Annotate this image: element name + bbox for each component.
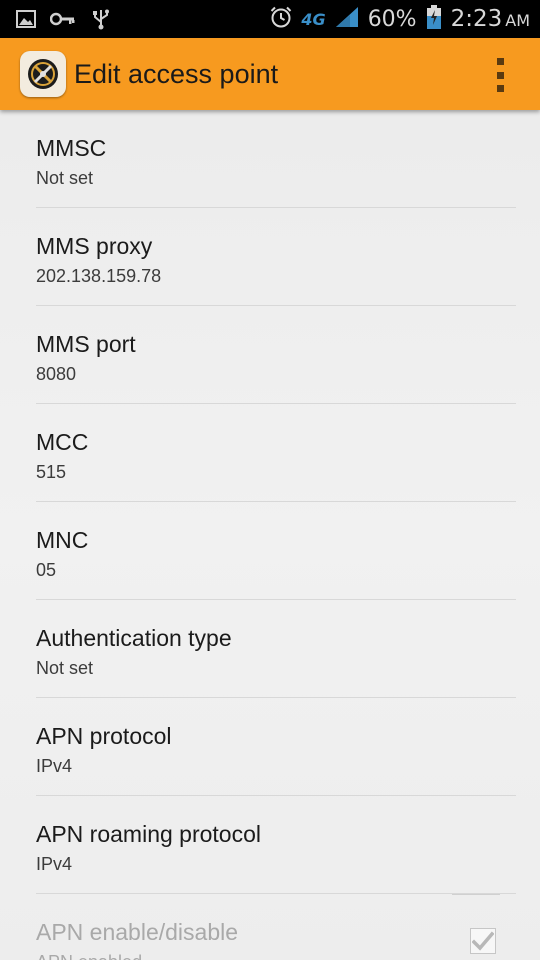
clock-time: 2:23 (450, 6, 503, 32)
pref-mcc[interactable]: MCC 515 (36, 404, 516, 502)
menu-dot (496, 71, 504, 79)
page-title: Edit access point (74, 59, 279, 89)
notification-icons (16, 8, 112, 35)
pref-title: MMSC (36, 135, 107, 161)
action-bar: Edit access point (0, 38, 540, 110)
overflow-menu-icon[interactable] (490, 58, 510, 92)
check-icon (472, 931, 494, 951)
pref-summary: 8080 (36, 364, 77, 384)
pref-mms-proxy[interactable]: MMS proxy 202.138.159.78 (36, 208, 516, 306)
apn-enable-checkbox[interactable] (470, 928, 496, 954)
pref-apn-roaming-protocol[interactable]: APN roaming protocol IPv4 (36, 796, 516, 894)
checkbox-divider (452, 894, 500, 895)
pref-authentication-type[interactable]: Authentication type Not set (36, 600, 516, 698)
pref-summary: 05 (36, 560, 57, 580)
clock-ampm: AM (505, 11, 530, 30)
pref-summary: 202.138.159.78 (36, 266, 162, 286)
pref-summary: IPv4 (36, 854, 73, 874)
pref-title: APN protocol (36, 723, 172, 749)
image-icon (16, 10, 36, 33)
pref-title: Authentication type (36, 625, 232, 651)
pref-title: MNC (36, 527, 89, 553)
status-bar: 4G 60% 2:23 AM (0, 0, 540, 38)
menu-dot (496, 58, 504, 65)
pref-title: APN roaming protocol (36, 821, 261, 847)
preference-list: MMSC Not set MMS proxy 202.138.159.78 MM… (0, 110, 540, 960)
menu-dot (496, 85, 504, 92)
pref-title: MCC (36, 429, 89, 455)
battery-icon (425, 4, 443, 35)
alarm-icon (269, 5, 293, 34)
pref-summary: IPv4 (36, 756, 73, 776)
pref-mnc[interactable]: MNC 05 (36, 502, 516, 600)
pref-summary: Not set (36, 168, 94, 188)
battery-percent: 60% (367, 6, 417, 32)
pref-summary: APN enabled (36, 952, 142, 960)
pref-title: MMS port (36, 331, 136, 357)
pref-mmsc[interactable]: MMSC Not set (36, 110, 516, 208)
key-icon (49, 11, 76, 32)
pref-apn-enable[interactable]: APN enable/disable APN enabled (36, 894, 516, 960)
pref-summary: Not set (36, 658, 94, 678)
pref-summary: 515 (36, 462, 67, 482)
pref-mms-port[interactable]: MMS port 8080 (36, 306, 516, 404)
usb-icon (90, 8, 112, 35)
signal-icon (334, 5, 360, 34)
settings-app-icon[interactable] (20, 51, 66, 97)
system-icons: 4G 60% 2:23 AM (269, 0, 530, 38)
pref-title: APN enable/disable (36, 919, 239, 945)
clock: 2:23 AM (451, 6, 530, 32)
pref-title: MMS proxy (36, 233, 153, 259)
pref-apn-protocol[interactable]: APN protocol IPv4 (36, 698, 516, 796)
network-type: 4G (301, 9, 326, 29)
